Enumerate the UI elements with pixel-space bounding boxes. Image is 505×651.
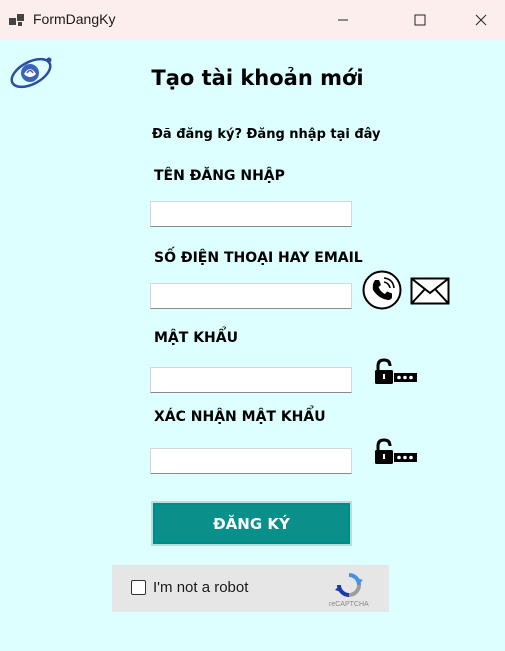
lock-password-icon <box>375 438 417 464</box>
app-icon <box>9 14 24 26</box>
confirm-password-input[interactable] <box>150 448 352 474</box>
maximize-button[interactable] <box>397 0 443 40</box>
page-title: Tạo tài khoản mới <box>151 66 364 90</box>
recaptcha-widget: I'm not a robot reCAPTCHA <box>112 565 389 612</box>
password-input[interactable] <box>150 367 352 393</box>
register-button-label: ĐĂNG KÝ <box>155 505 348 542</box>
window-title: FormDangKy <box>33 11 116 27</box>
recaptcha-brand: reCAPTCHA <box>329 601 369 608</box>
lock-password-icon <box>375 358 417 384</box>
close-button[interactable] <box>458 0 504 40</box>
password-label: MẬT KHẨU <box>154 330 238 346</box>
phone-icon <box>362 270 402 310</box>
maximize-icon <box>414 14 426 26</box>
contact-label: SỐ ĐIỆN THOẠI HAY EMAIL <box>154 250 363 266</box>
register-button[interactable]: ĐĂNG KÝ <box>151 501 352 546</box>
contact-input[interactable] <box>150 283 352 309</box>
minimize-icon <box>338 19 348 21</box>
username-label: TÊN ĐĂNG NHẬP <box>154 168 285 184</box>
window-titlebar: FormDangKy <box>0 0 505 40</box>
login-link[interactable]: Đã đăng ký? Đăng nhập tại đây <box>152 127 381 142</box>
close-icon <box>475 14 487 26</box>
recaptcha-icon <box>335 573 363 597</box>
confirm-password-label: XÁC NHẬN MẬT KHẨU <box>154 409 326 425</box>
username-input[interactable] <box>150 201 352 227</box>
recaptcha-checkbox[interactable] <box>131 580 146 595</box>
recaptcha-label: I'm not a robot <box>153 579 249 596</box>
minimize-button[interactable] <box>320 0 366 40</box>
mail-icon <box>410 277 450 305</box>
